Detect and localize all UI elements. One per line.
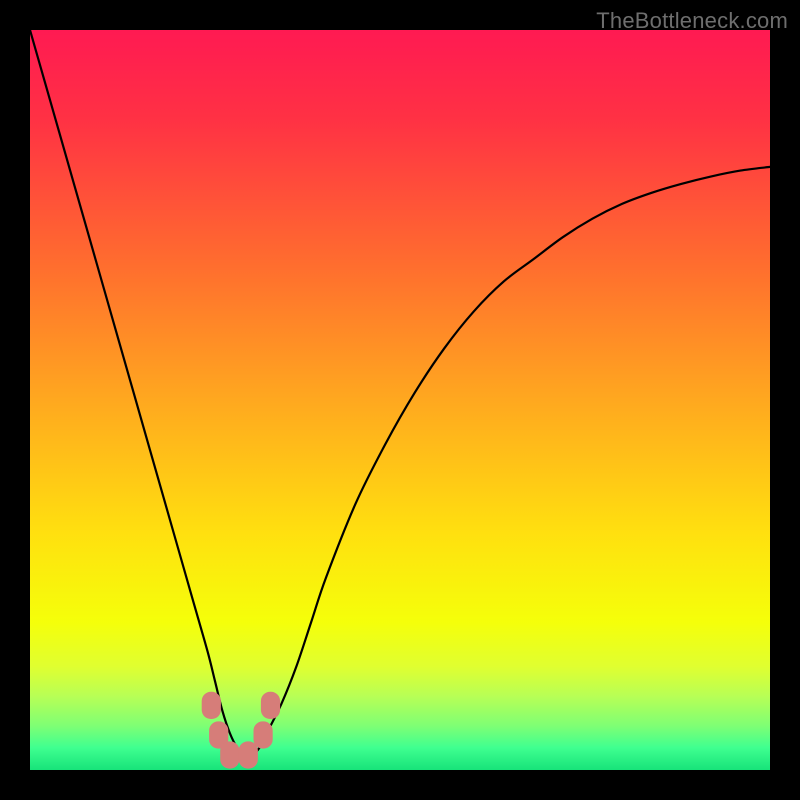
marker-dot	[239, 741, 258, 768]
marker-dot	[261, 692, 280, 719]
marker-dot	[202, 692, 221, 719]
marker-dot	[254, 721, 273, 748]
chart-frame: TheBottleneck.com	[0, 0, 800, 800]
gradient-background	[30, 30, 770, 770]
marker-dot	[220, 741, 239, 768]
bottleneck-chart	[30, 30, 770, 770]
plot-area	[30, 30, 770, 770]
